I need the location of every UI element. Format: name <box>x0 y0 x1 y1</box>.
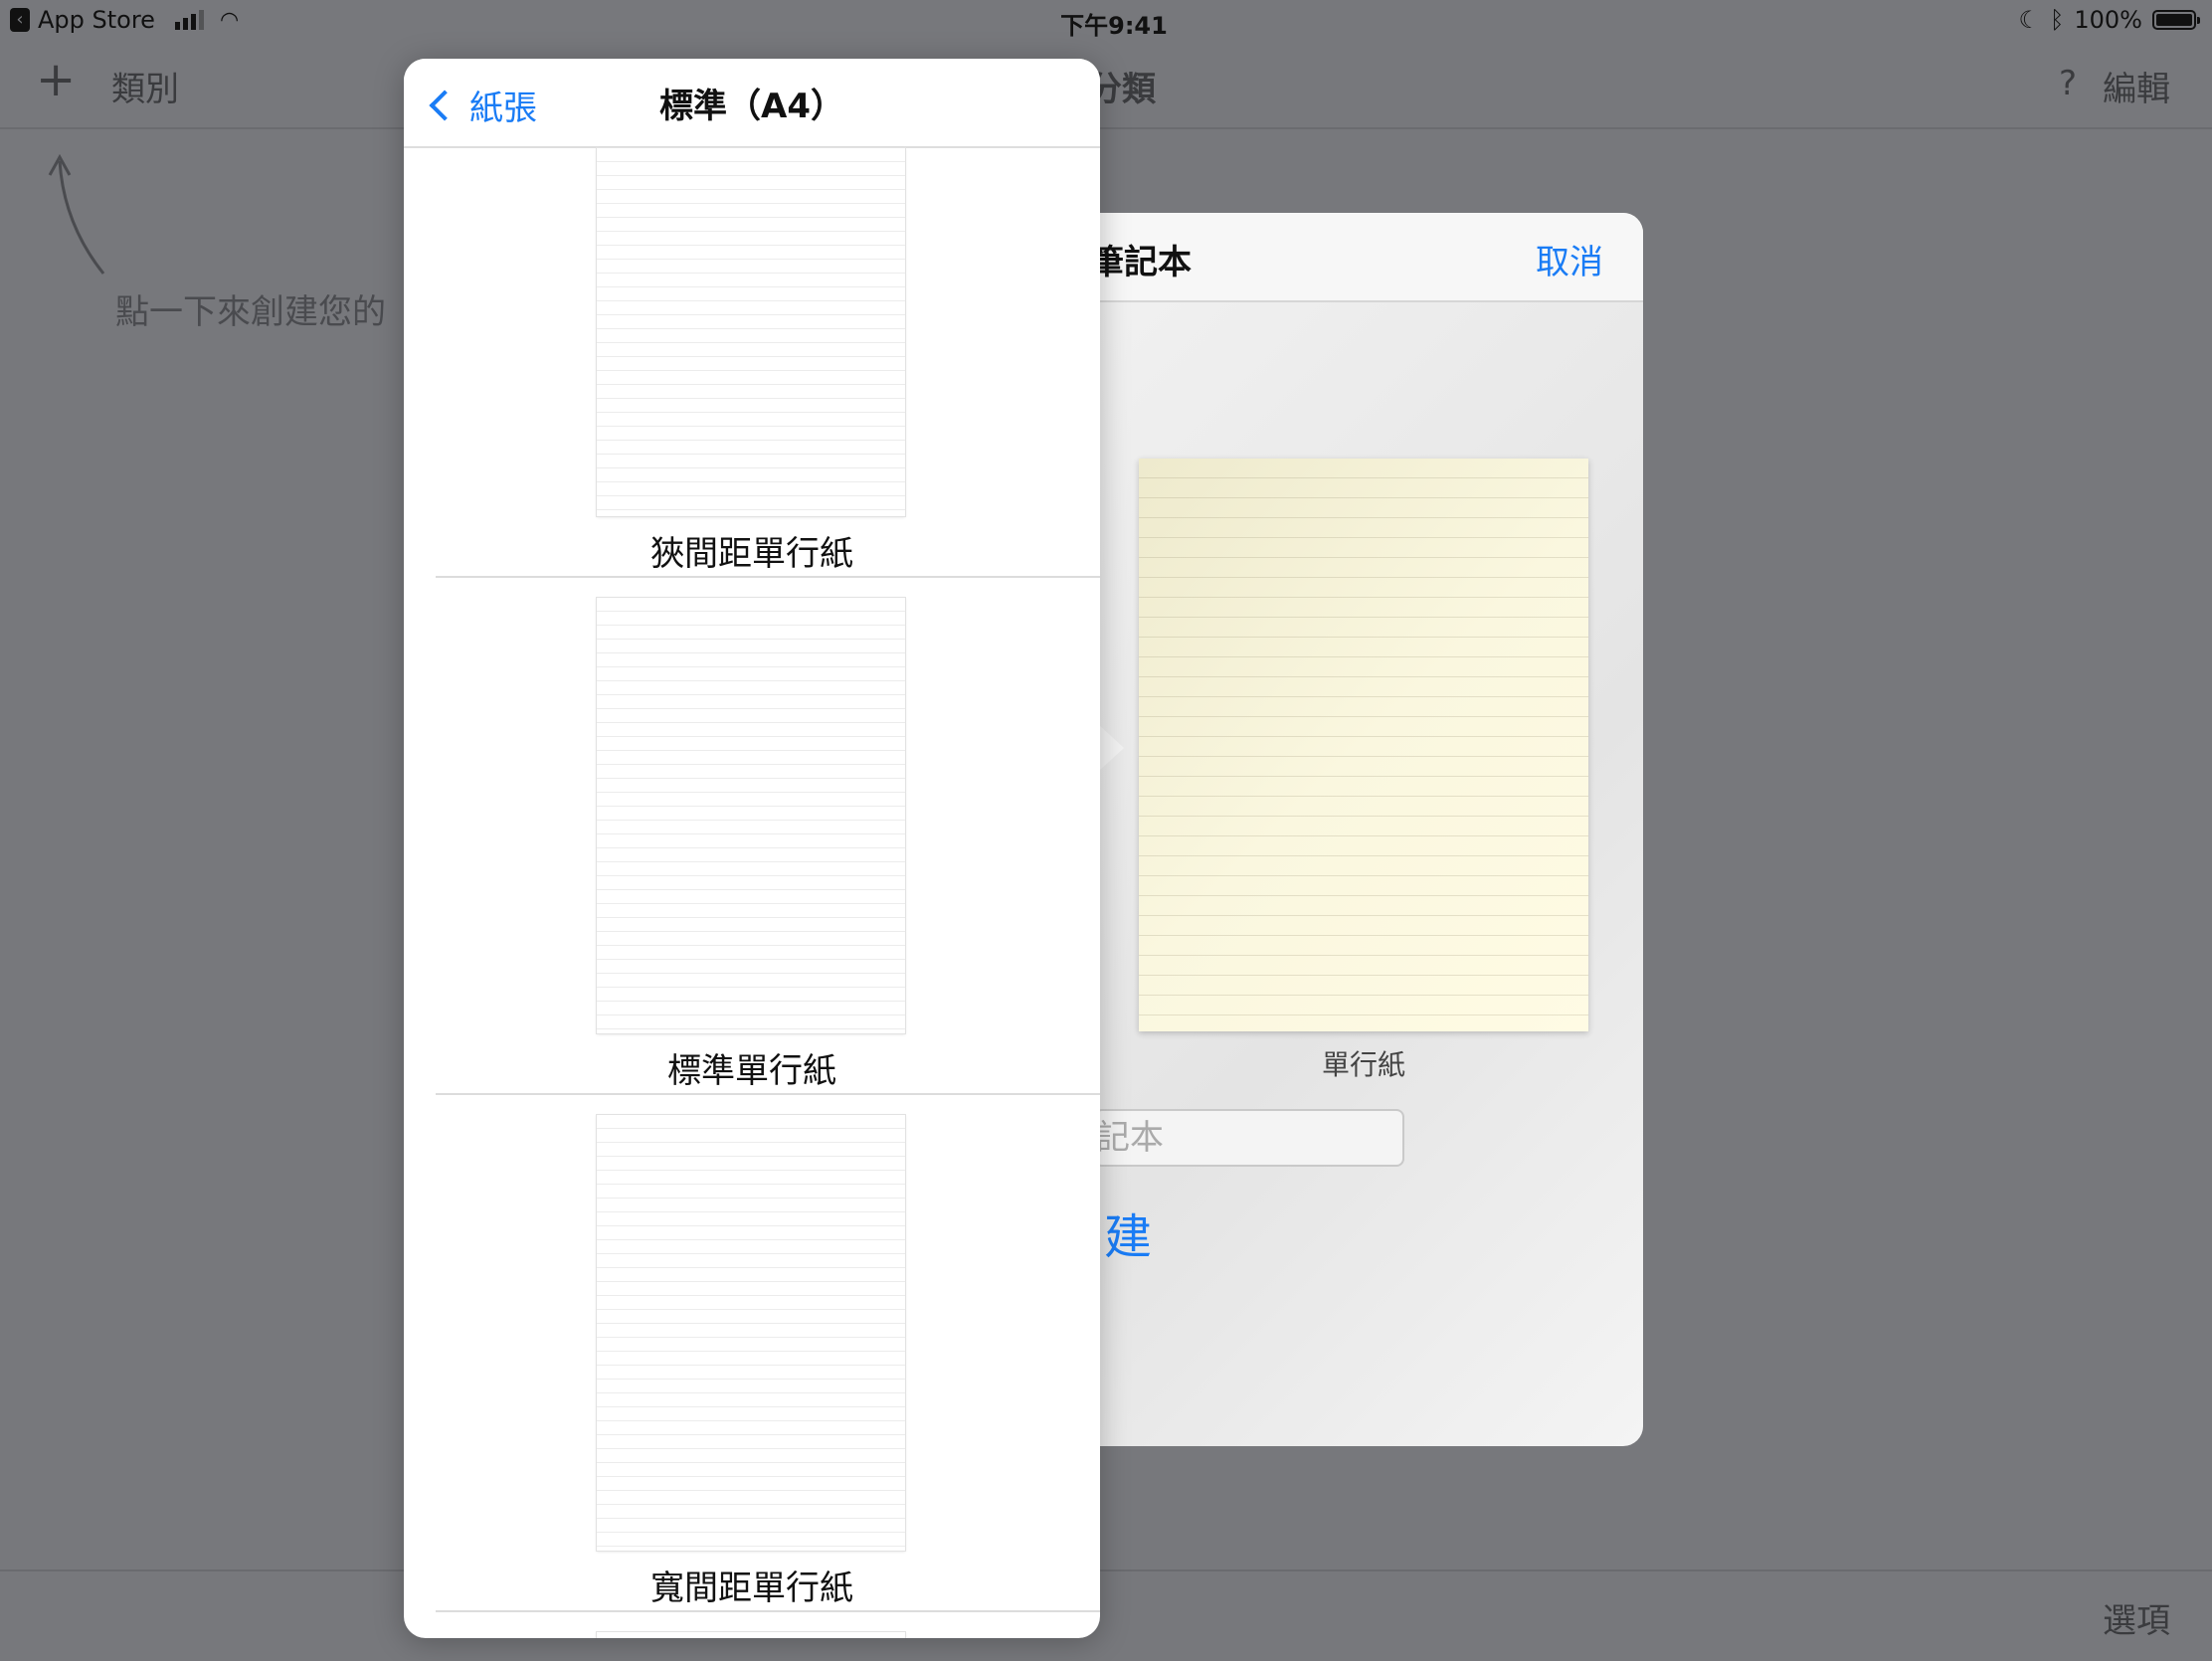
notebook-name-placeholder: 記本 <box>1096 1118 1164 1158</box>
list-separator <box>436 1093 1100 1095</box>
paper-thumbnail-narrow[interactable] <box>597 148 905 516</box>
paper-item-label[interactable]: 標準單行紙 <box>404 1043 1100 1092</box>
battery-icon <box>2152 10 2200 30</box>
options-button[interactable]: 選項 <box>2103 1593 2170 1642</box>
paper-thumbnail-next[interactable] <box>597 1632 905 1638</box>
help-icon[interactable]: ? <box>2059 64 2077 103</box>
paper-item-label[interactable]: 狹間距單行紙 <box>404 526 1100 575</box>
cancel-button[interactable]: 取消 <box>1536 235 1603 283</box>
list-separator <box>436 576 1100 578</box>
add-icon[interactable]: + <box>36 52 76 107</box>
edit-button[interactable]: 編輯 <box>2103 62 2170 110</box>
popover-title: 標準（A4） <box>659 87 844 126</box>
notebook-name-input[interactable]: 記本 <box>1094 1109 1404 1167</box>
paper-preview[interactable] <box>1139 459 1588 1031</box>
list-separator <box>436 1610 1100 1612</box>
paper-picker-popover: 紙張 標準（A4） 狹間距單行紙 標準單行紙 寬間距單行紙 <box>404 59 1100 1638</box>
back-arrow-icon: ‹ <box>10 8 30 32</box>
create-button[interactable]: 建 <box>1104 1198 1152 1267</box>
battery-percent: 100% <box>2074 6 2142 34</box>
wifi-icon: ◠ <box>219 7 240 33</box>
sheet-title: 筆記本 <box>1090 243 1192 282</box>
paper-thumbnail-standard[interactable] <box>597 598 905 1033</box>
status-right: ☾ ᛒ 100% <box>2018 6 2200 34</box>
popover-arrow <box>1098 724 1124 772</box>
background-nav-bar: + 類別 分類 ? 編輯 <box>0 40 2212 129</box>
back-app-label: App Store <box>38 6 155 34</box>
popover-nav-bar: 紙張 標準（A4） <box>404 59 1100 148</box>
empty-hint-text: 點一下來創建您的 <box>115 292 386 332</box>
paper-thumbnail-wide[interactable] <box>597 1115 905 1551</box>
hint-arrow-icon <box>48 153 105 275</box>
category-button[interactable]: 類別 <box>111 62 179 110</box>
bluetooth-icon: ᛒ <box>2049 6 2065 34</box>
cellular-signal-icon <box>174 10 204 30</box>
background-toolbar: 選項 <box>0 1569 2212 1661</box>
back-to-app[interactable]: ‹ App Store ◠ <box>10 6 239 34</box>
paper-name-label: 單行紙 <box>1321 1048 1405 1081</box>
moon-icon: ☾ <box>2018 6 2040 34</box>
status-bar: ‹ App Store ◠ 下午9:41 ☾ ᛒ 100% <box>0 0 2212 40</box>
paper-item-label[interactable]: 寬間距單行紙 <box>404 1561 1100 1609</box>
status-time: 下午9:41 <box>1060 12 1168 40</box>
